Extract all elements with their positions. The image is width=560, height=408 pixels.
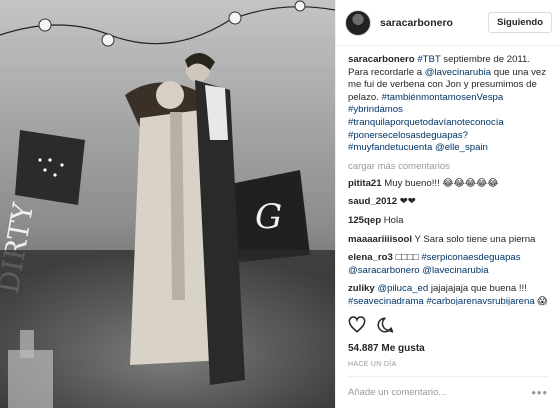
action-bar <box>348 305 548 341</box>
caption-username[interactable]: saracarbonero <box>348 54 415 65</box>
post-sidebar: saracarbonero Siguiendo saracarbonero #T… <box>335 0 560 408</box>
comment-username[interactable]: zuliky <box>348 283 375 294</box>
comment-username[interactable]: maaaariiiisool <box>348 234 412 245</box>
comment-text: jajajajaja que buena !!! <box>428 283 527 295</box>
like-count[interactable]: 54.887 Me gusta <box>336 343 560 354</box>
more-options-icon[interactable]: ••• <box>531 385 548 400</box>
comment-item: saud_2012 ❤❤ <box>348 196 550 209</box>
post-timestamp: HACE UN DÍA <box>348 361 397 368</box>
caption: saracarbonero #TBT septiembre de 2011. P… <box>348 54 550 155</box>
comment-username[interactable]: 125qep <box>348 215 381 226</box>
mention-lavecinarubia[interactable]: @lavecinarubia <box>425 67 491 78</box>
following-button[interactable]: Siguiendo <box>488 12 552 33</box>
comment-item: zuliky @piluca_ed jajajajaja que buena !… <box>348 283 550 305</box>
photo-icon: G DIRTY <box>0 0 335 408</box>
post-header: saracarbonero Siguiendo <box>336 0 560 46</box>
comment-text: Muy bueno!!! 😂😂😂😂😂 <box>384 177 499 189</box>
comment-links[interactable]: #seavecinadrama #carbojarenavsrubijarena <box>348 296 535 305</box>
comment-item: pitita21 Muy bueno!!! 😂😂😂😂😂 <box>348 178 550 191</box>
avatar[interactable] <box>345 9 371 36</box>
mention-elle-spain[interactable]: @elle_spain <box>435 142 488 153</box>
heart-icon[interactable] <box>348 316 366 334</box>
instagram-post: G DIRTY saracarbonero Siguiendo saracarb… <box>0 0 560 408</box>
load-more-comments[interactable]: cargar más comentarios <box>348 161 550 172</box>
svg-text:G: G <box>255 197 282 237</box>
comment-username[interactable]: elena_ro3 <box>348 252 393 263</box>
comment-username[interactable]: pitita21 <box>348 178 382 189</box>
post-photo[interactable]: G DIRTY <box>0 0 335 408</box>
add-comment-bar: ••• <box>348 376 548 408</box>
comments-section: saracarbonero #TBT septiembre de 2011. P… <box>336 46 560 305</box>
comment-input[interactable] <box>348 387 518 398</box>
hashtag-tbt[interactable]: #TBT <box>417 54 440 65</box>
comment-text: Hola <box>383 214 404 226</box>
comment-username[interactable]: saud_2012 <box>348 196 397 207</box>
comment-item: 125qep Hola <box>348 215 550 228</box>
comment-bubble-icon[interactable] <box>376 316 394 334</box>
header-username[interactable]: saracarbonero <box>380 17 488 29</box>
comment-item: maaaariiiisool Y Sara solo tiene una pie… <box>348 234 550 247</box>
comment-text: Y Sara solo tiene una pierna <box>414 233 536 245</box>
comment-text: ❤❤ <box>399 196 416 208</box>
comment-text: □□□□ <box>395 252 422 264</box>
mention-piluca[interactable]: @piluca_ed <box>377 283 428 294</box>
comment-item: elena_ro3 □□□□ #serpiconaesdeguapas @sar… <box>348 252 550 277</box>
